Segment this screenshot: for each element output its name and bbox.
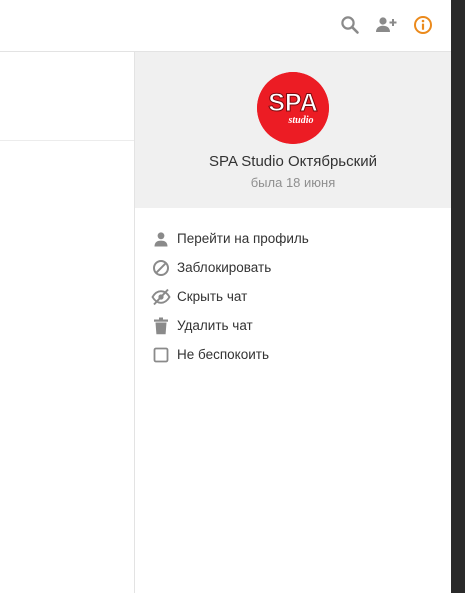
chat-info-panel: SPA studio SPA Studio Октябрьский была 1… — [135, 52, 451, 593]
menu-item-hide-chat[interactable]: Скрыть чат — [151, 282, 441, 311]
info-icon[interactable] — [411, 13, 435, 37]
chat-list-pane — [0, 52, 135, 593]
last-seen-status: была 18 июня — [250, 175, 336, 190]
chat-window: SPA studio SPA Studio Октябрьский была 1… — [0, 0, 451, 593]
menu-item-label: Заблокировать — [177, 260, 272, 275]
avatar-text: SPA — [268, 89, 318, 117]
avatar[interactable]: SPA studio — [257, 72, 329, 144]
menu-item-go-to-profile[interactable]: Перейти на профиль — [151, 224, 441, 253]
menu-item-block[interactable]: Заблокировать — [151, 253, 441, 282]
checkbox-icon[interactable] — [151, 345, 171, 365]
add-user-icon[interactable] — [374, 13, 398, 37]
menu-item-label: Не беспокоить — [177, 347, 269, 362]
menu-item-delete-chat[interactable]: Удалить чат — [151, 311, 441, 340]
trash-icon — [151, 316, 171, 336]
search-icon[interactable] — [338, 13, 362, 37]
profile-name: SPA Studio Октябрьский — [209, 153, 377, 170]
menu-item-label: Перейти на профиль — [177, 231, 309, 246]
list-divider — [0, 140, 134, 141]
menu-item-label: Удалить чат — [177, 318, 253, 333]
menu-item-do-not-disturb[interactable]: Не беспокоить — [151, 340, 441, 369]
chat-actions-menu: Перейти на профиль Заблокировать Скрыть … — [151, 224, 441, 369]
profile-card: SPA studio SPA Studio Октябрьский была 1… — [135, 52, 451, 208]
block-icon — [151, 258, 171, 278]
user-icon — [151, 229, 171, 249]
top-toolbar — [0, 0, 451, 52]
eye-off-icon — [151, 287, 171, 307]
menu-item-label: Скрыть чат — [177, 289, 248, 304]
avatar-subtext: studio — [287, 115, 313, 126]
window-edge-bar — [451, 0, 465, 593]
